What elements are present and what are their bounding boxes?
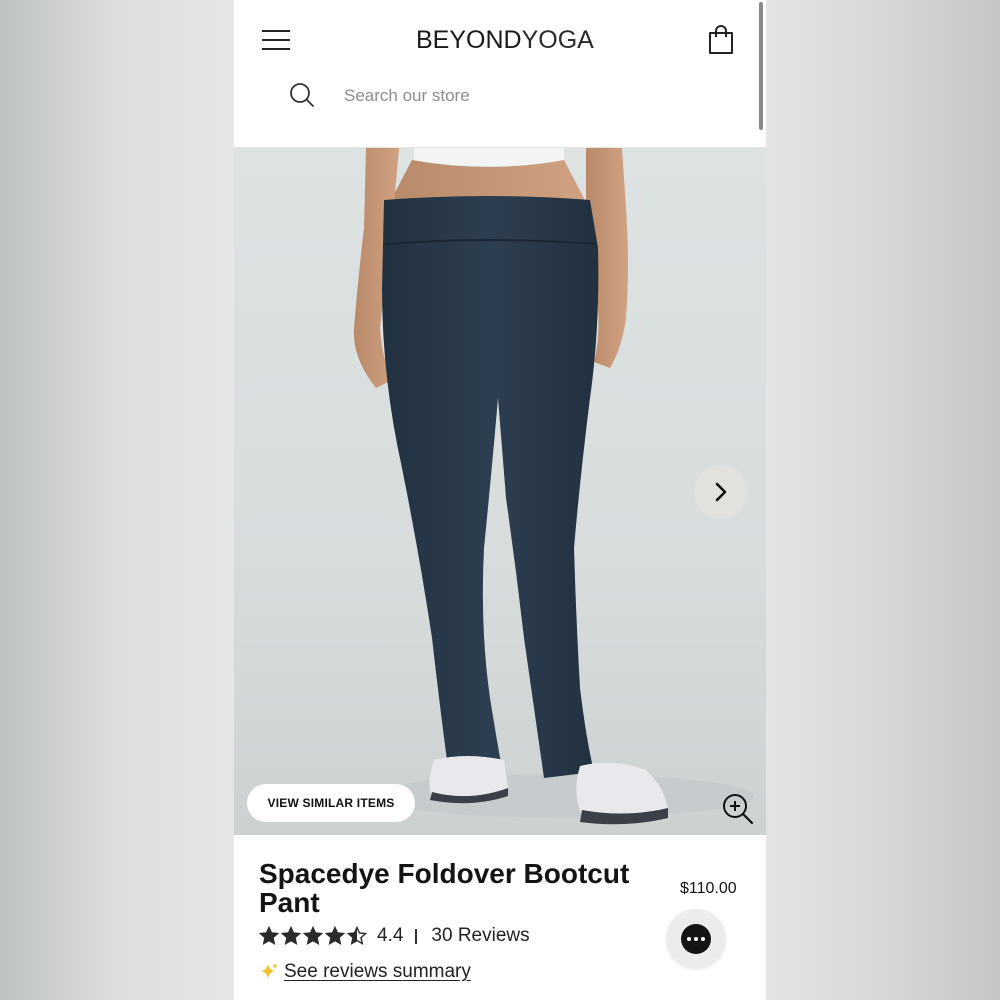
reviews-count-link[interactable]: 30 Reviews [431,925,529,947]
star-rating [259,926,367,946]
rating-summary[interactable]: 4.4 30 Reviews [259,924,530,948]
star-icon [303,926,323,946]
rating-value: 4.4 [377,925,404,946]
zoom-in-icon[interactable] [722,793,754,825]
next-image-button[interactable] [694,465,748,519]
chat-icon [681,924,711,954]
divider [415,928,418,944]
search-input[interactable]: Search our store [344,86,470,106]
star-icon [347,926,367,946]
logo-accent: YOGA [521,26,594,54]
see-reviews-summary-link[interactable]: See reviews summary [284,961,471,983]
chevron-right-icon [715,482,727,502]
star-icon [325,926,345,946]
product-page: BEYONDYOGA Search our store VIEW SIMILAR… [234,0,766,1000]
shopping-bag-icon[interactable] [706,24,736,56]
product-price: $110.00 [680,880,737,897]
scrollbar[interactable] [759,2,763,130]
logo-main: BEYOND [416,26,522,54]
search-icon[interactable] [289,82,315,108]
star-icon [281,926,301,946]
product-info: Spacedye Foldover Bootcut Pant $110.00 4… [234,835,766,1000]
reviews-summary-row[interactable]: See reviews summary [259,961,471,983]
product-image-carousel[interactable]: VIEW SIMILAR ITEMS [234,148,766,835]
brand-logo[interactable]: BEYONDYOGA [416,26,594,55]
view-similar-items-button[interactable]: VIEW SIMILAR ITEMS [247,784,415,822]
hamburger-menu-icon[interactable] [262,28,292,52]
sparkle-icon [261,963,278,979]
product-title: Spacedye Foldover Bootcut Pant [259,858,630,918]
site-header: BEYONDYOGA Search our store [234,0,766,148]
star-icon [259,926,279,946]
product-photo [353,148,754,825]
chat-button[interactable] [666,909,726,969]
